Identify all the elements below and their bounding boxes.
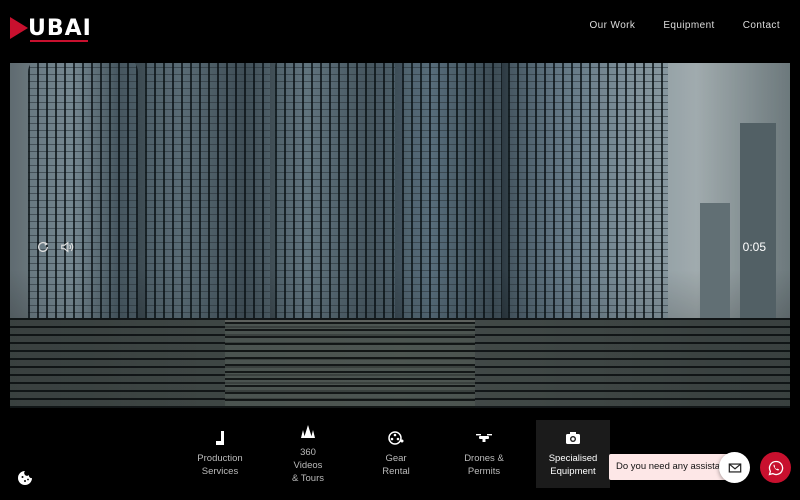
logo-text: UBAI [28,16,92,41]
camera-icon [566,432,580,444]
category-label: Gear Rental [382,453,410,477]
replay-icon[interactable] [36,240,50,254]
logo-underline [30,40,88,42]
email-button[interactable] [719,452,750,483]
film-reel-icon [388,431,404,445]
main-nav: Our Work Equipment Contact [590,20,781,31]
category-label: 360 Videos & Tours [291,446,325,484]
logo-triangle-icon [10,17,28,39]
volume-icon[interactable] [60,240,74,254]
category-label: Specialised Equipment [548,453,598,477]
whatsapp-button[interactable] [760,452,791,483]
category-bar: Production Services 360 Videos & Tours G… [176,420,610,490]
category-label: Drones & Permits [464,453,504,477]
cookie-icon[interactable] [17,470,33,486]
brand-logo[interactable]: UBAI [10,14,91,44]
whatsapp-icon [768,460,783,475]
category-drones-permits[interactable]: Drones & Permits [440,420,528,488]
category-specialised-equipment[interactable]: Specialised Equipment [536,420,610,488]
video-time: 0:05 [742,240,766,254]
drone-icon [476,434,492,442]
category-production-services[interactable]: Production Services [176,420,264,488]
hero-video[interactable]: 0:05 [10,63,790,408]
category-360-videos[interactable]: 360 Videos & Tours [264,420,352,488]
sail-icon [301,424,315,438]
nav-equipment[interactable]: Equipment [663,20,714,31]
category-gear-rental[interactable]: Gear Rental [352,420,440,488]
mail-icon [728,462,741,473]
nav-our-work[interactable]: Our Work [590,20,636,31]
nav-contact[interactable]: Contact [743,20,780,31]
site-header: UBAI Our Work Equipment Contact [0,0,800,62]
chat-prompt-bubble[interactable]: Do you need any assistance? [609,454,734,480]
clapper-icon [216,431,224,445]
video-overlay [10,63,790,408]
category-label: Production Services [197,453,243,477]
